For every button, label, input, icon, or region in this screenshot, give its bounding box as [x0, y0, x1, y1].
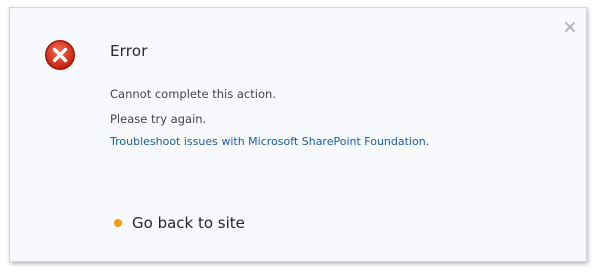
- close-icon[interactable]: [564, 18, 576, 32]
- troubleshoot-link[interactable]: Troubleshoot issues with Microsoft Share…: [110, 135, 429, 148]
- go-back-to-site-link[interactable]: Go back to site: [114, 214, 245, 232]
- error-title: Error: [110, 42, 148, 60]
- error-message: Cannot complete this action.: [110, 87, 276, 101]
- error-x-circle-icon: [44, 39, 76, 71]
- retry-message: Please try again.: [110, 112, 207, 126]
- go-back-label: Go back to site: [132, 214, 245, 232]
- error-dialog: Error Cannot complete this action. Pleas…: [9, 7, 587, 262]
- bullet-icon: [114, 219, 122, 227]
